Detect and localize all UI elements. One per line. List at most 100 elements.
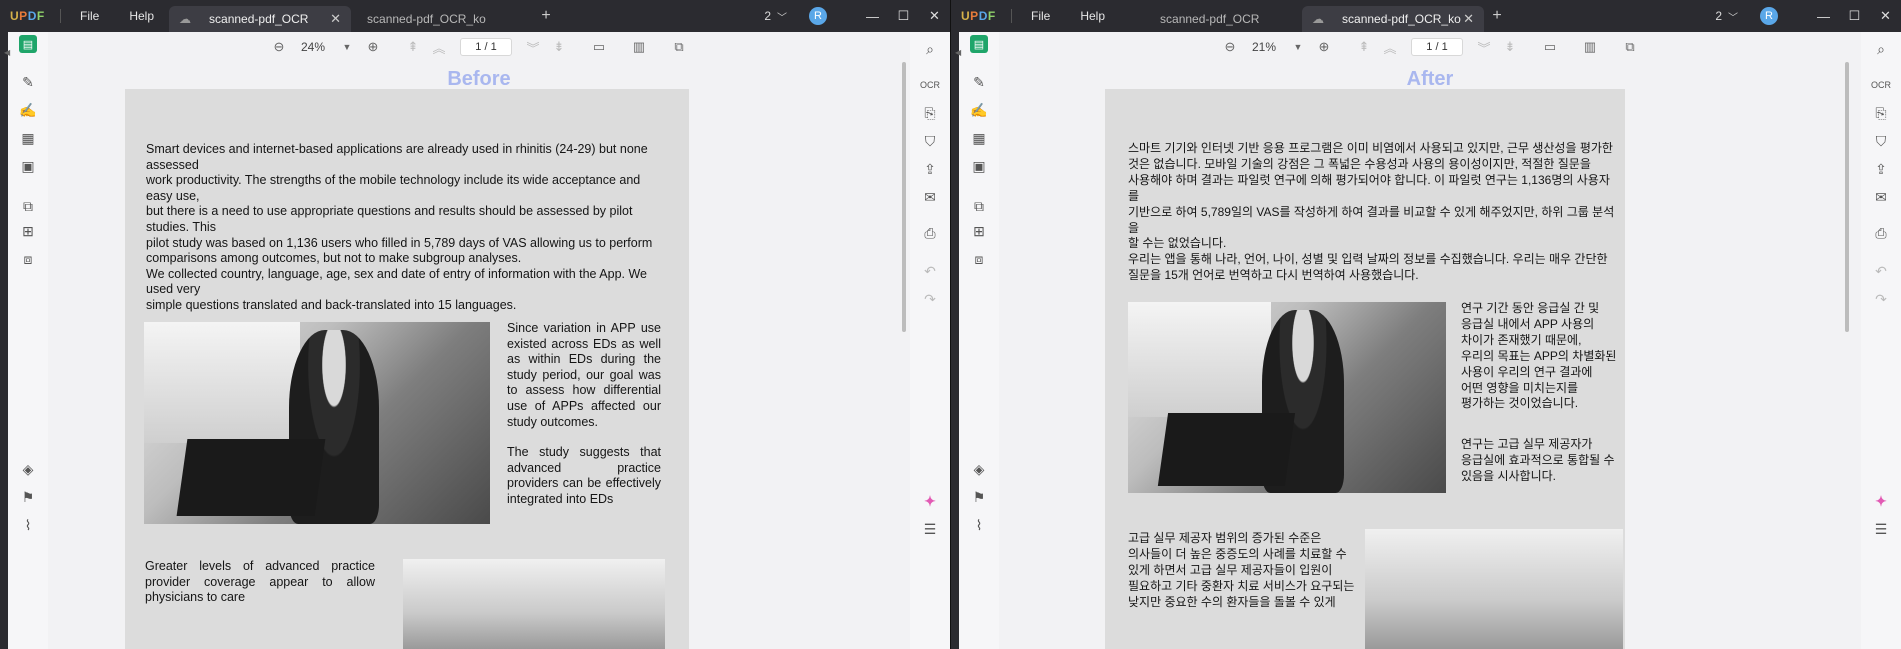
email-icon[interactable]: ✉ [1872,188,1890,206]
vertical-scrollbar[interactable] [902,62,906,332]
close-window-icon[interactable]: ✕ [1870,8,1901,24]
presentation-icon[interactable]: ▭ [586,39,612,55]
comment-tool-icon[interactable]: ✎ [19,73,37,91]
page-indicator[interactable]: 1 / 1 [460,38,512,56]
new-tab-plus-icon[interactable]: + [1484,7,1510,25]
page-indicator[interactable]: 1 / 1 [1411,38,1463,56]
zoom-in-icon[interactable]: ⊕ [1311,39,1337,55]
zoom-in-icon[interactable]: ⊕ [360,39,386,55]
form-icon[interactable]: ▦ [19,129,37,147]
zoom-level[interactable]: 21% [1243,40,1285,54]
fill-sign-icon[interactable]: ▣ [970,157,988,175]
ocr-icon[interactable]: OCR [920,76,940,94]
window-count[interactable]: 2 [1715,9,1722,23]
page-layout-icon[interactable]: ▥ [1577,39,1603,55]
save-icon[interactable]: ⎙ [921,224,939,242]
tab-scanned-pdf-ocr[interactable]: ☁ scanned-pdf_OCR ✕ [169,6,352,32]
maximize-icon[interactable]: ☐ [1839,8,1870,24]
protect-icon[interactable]: ⛉ [1872,132,1890,150]
share-icon[interactable]: ⇪ [1872,160,1890,178]
convert-icon[interactable]: ⎘ [1872,104,1890,122]
window-count[interactable]: 2 [764,9,771,23]
layers-icon[interactable]: ◈ [19,460,37,478]
prev-page-icon[interactable]: ︽ [1377,38,1403,57]
zoom-out-icon[interactable]: ⊖ [266,39,292,55]
maximize-icon[interactable]: ☐ [888,8,919,24]
first-page-icon[interactable]: ⇞ [400,39,426,55]
vertical-scrollbar[interactable] [1845,62,1849,332]
save-icon[interactable]: ⎙ [1872,224,1890,242]
next-page-icon[interactable]: ︾ [520,38,546,57]
reader-mode-icon[interactable]: ▤ [970,35,988,53]
protect-icon[interactable]: ⛉ [921,132,939,150]
menu-file[interactable]: File [1016,9,1065,23]
convert-icon[interactable]: ⎘ [921,104,939,122]
close-tab-icon[interactable]: ✕ [330,11,341,27]
edit-pdf-icon[interactable]: ✍ [970,101,988,119]
user-avatar[interactable]: R [1760,7,1778,25]
close-tab-icon[interactable]: ✕ [1463,11,1474,27]
collapse-sidebar-icon[interactable]: ◀ [4,48,12,57]
user-avatar[interactable]: R [809,7,827,25]
attachment-icon[interactable]: ⌇ [19,516,37,534]
layers-icon[interactable]: ◈ [970,460,988,478]
zoom-level[interactable]: 24% [292,40,334,54]
tab-scanned-pdf-ocr[interactable]: scanned-pdf_OCR [1120,6,1302,32]
tab-scanned-pdf-ocr-ko[interactable]: ☁ scanned-pdf_OCR_ko ✕ [1302,6,1485,32]
title-separator [60,9,61,23]
menu-help[interactable]: Help [114,9,169,23]
tab-scanned-pdf-ocr-ko[interactable]: scanned-pdf_OCR_ko [351,6,533,32]
search-icon[interactable]: ⌕ [1872,40,1890,58]
ocr-icon[interactable]: OCR [1871,76,1891,94]
menu-file[interactable]: File [65,9,114,23]
edit-pdf-icon[interactable]: ✍ [19,101,37,119]
bookmark-icon[interactable]: ⚑ [19,488,37,506]
cloud-off-icon: ☁ [179,12,192,26]
comment-tool-icon[interactable]: ✎ [970,73,988,91]
comment-list-icon[interactable]: ☰ [921,520,939,538]
email-icon[interactable]: ✉ [921,188,939,206]
undo-icon[interactable]: ↶ [921,262,939,280]
zoom-out-icon[interactable]: ⊖ [1217,39,1243,55]
collapse-sidebar-icon[interactable]: ◀ [955,48,963,57]
prev-page-icon[interactable]: ︽ [426,38,452,57]
reader-mode-icon[interactable]: ▤ [19,35,37,53]
chevron-down-icon[interactable]: ﹀ [1728,9,1738,24]
compare-icon[interactable]: ⧉ [1617,39,1643,55]
menu-help[interactable]: Help [1065,9,1120,23]
first-page-icon[interactable]: ⇞ [1351,39,1377,55]
minimize-icon[interactable]: — [857,9,888,24]
compare-icon[interactable]: ⧉ [666,39,692,55]
ai-assistant-icon[interactable]: ✦ [921,492,939,510]
form-icon[interactable]: ▦ [970,129,988,147]
organize-pages-icon[interactable]: ⧉ [19,197,37,215]
search-icon[interactable]: ⌕ [921,40,939,58]
redact-icon[interactable]: ⧈ [19,250,37,268]
last-page-icon[interactable]: ⇟ [1497,39,1523,55]
new-tab-plus-icon[interactable]: + [533,7,559,25]
presentation-icon[interactable]: ▭ [1537,39,1563,55]
next-page-icon[interactable]: ︾ [1471,38,1497,57]
attachment-icon[interactable]: ⌇ [970,516,988,534]
zoom-dropdown-icon[interactable]: ▼ [334,42,360,52]
last-page-icon[interactable]: ⇟ [546,39,572,55]
undo-icon[interactable]: ↶ [1872,262,1890,280]
text-line: work productivity. The strengths of the … [146,173,641,203]
organize-pages-icon[interactable]: ⧉ [970,197,988,215]
fill-sign-icon[interactable]: ▣ [19,157,37,175]
chevron-down-icon[interactable]: ﹀ [777,9,787,24]
zoom-dropdown-icon[interactable]: ▼ [1285,42,1311,52]
crop-icon[interactable]: ⊞ [19,222,37,240]
redact-icon[interactable]: ⧈ [970,250,988,268]
redo-icon[interactable]: ↷ [921,290,939,308]
comment-list-icon[interactable]: ☰ [1872,520,1890,538]
crop-icon[interactable]: ⊞ [970,222,988,240]
redo-icon[interactable]: ↷ [1872,290,1890,308]
tab-label: scanned-pdf_OCR_ko [367,12,486,26]
ai-assistant-icon[interactable]: ✦ [1872,492,1890,510]
share-icon[interactable]: ⇪ [921,160,939,178]
close-window-icon[interactable]: ✕ [919,8,950,24]
bookmark-icon[interactable]: ⚑ [970,488,988,506]
page-layout-icon[interactable]: ▥ [626,39,652,55]
minimize-icon[interactable]: — [1808,9,1839,24]
